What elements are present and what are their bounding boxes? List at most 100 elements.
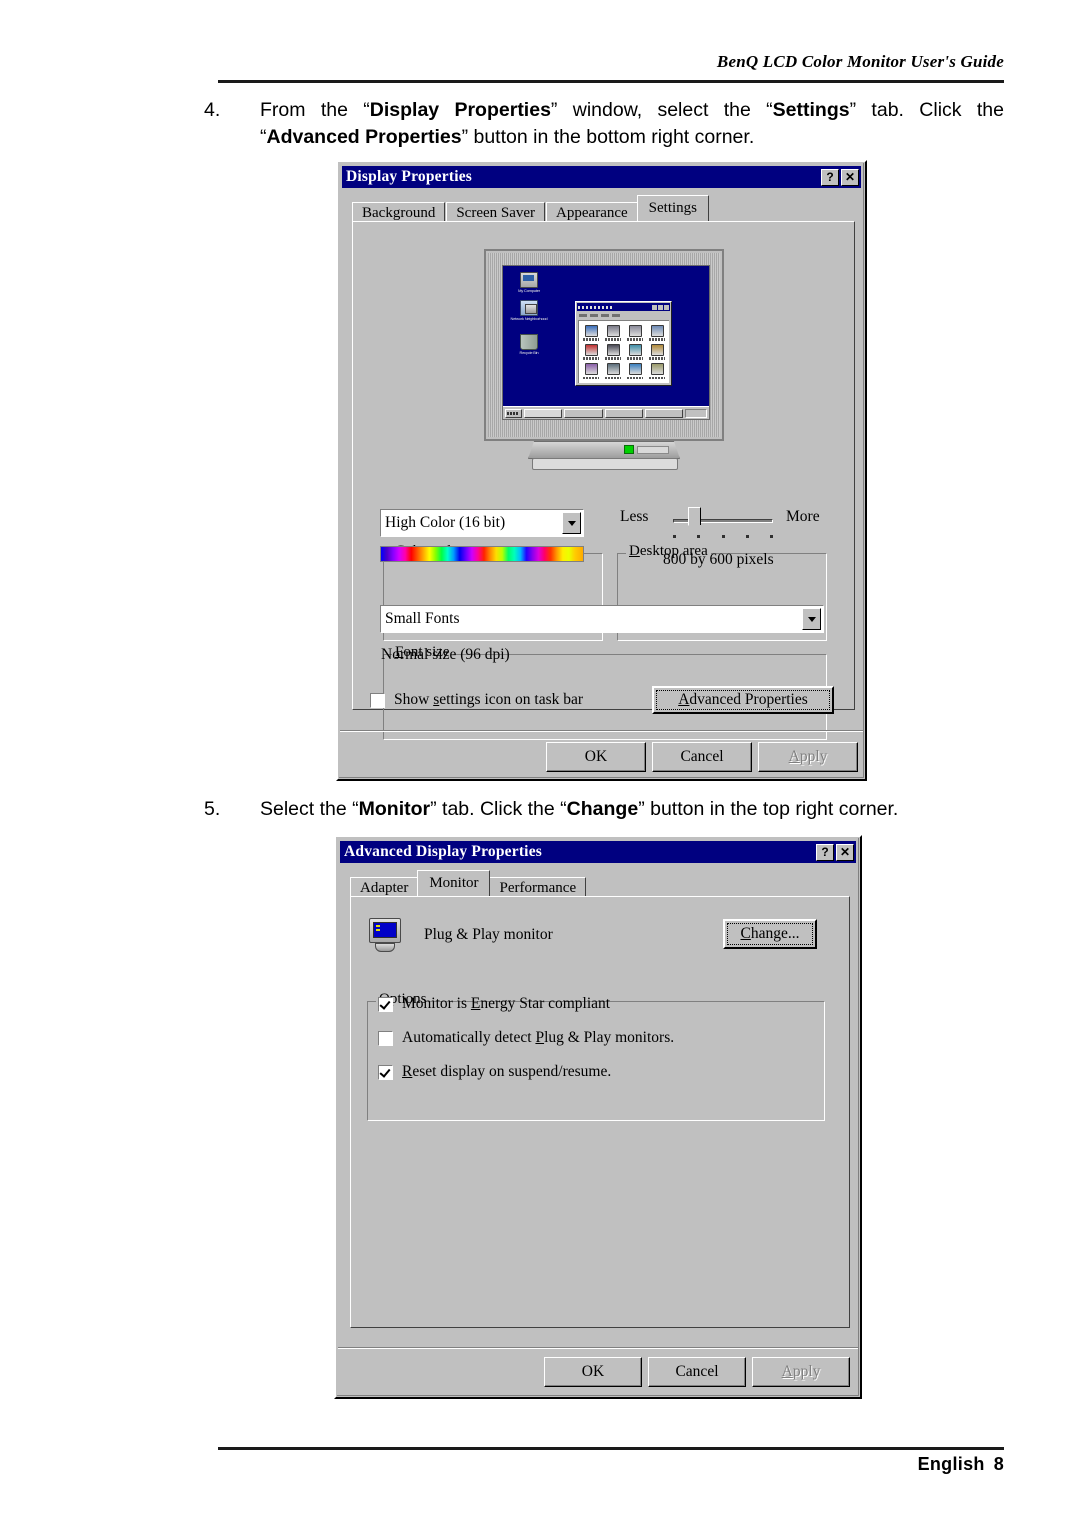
- preview-window-icon: [602, 362, 624, 381]
- energy-star-checkbox-row[interactable]: Monitor is Energy Star compliant: [378, 995, 610, 1013]
- page-footer: English 8: [218, 1454, 1004, 1475]
- preview-icon-label: [649, 376, 665, 380]
- preview-icon-glyph: [628, 324, 642, 337]
- taskbar-task: [644, 408, 683, 418]
- energy-star-checkbox[interactable]: [378, 996, 393, 1012]
- tab-label: Settings: [648, 200, 698, 216]
- desktop-icon-my-computer: My Computer: [509, 272, 549, 294]
- preview-icon-glyph: [606, 363, 620, 376]
- monitor-screen: [373, 922, 397, 938]
- menu-item-glyph: [579, 314, 587, 317]
- my-computer-icon: [520, 272, 538, 288]
- preview-window-titlebar: [577, 303, 670, 311]
- ok-button[interactable]: OK: [544, 1357, 642, 1387]
- apply-button-label: Apply: [781, 1363, 821, 1380]
- preview-icon-glyph: [606, 324, 620, 337]
- menu-item-glyph: [590, 314, 598, 317]
- slider-tick: [721, 535, 725, 538]
- preview-icon-label: [627, 376, 643, 380]
- monitor-preview: My Computer Network Neighborhood Recycle…: [484, 249, 724, 441]
- titlebar-buttons: ? ✕: [821, 168, 859, 186]
- color-palette-combobox[interactable]: High Color (16 bit): [380, 509, 584, 537]
- preview-icon-glyph: [606, 343, 620, 356]
- tab-label: Performance: [499, 880, 577, 896]
- tab-label: Background: [362, 205, 436, 221]
- step-5-text: Select the “Monitor” tab. Click the “Cha…: [260, 798, 899, 820]
- preview-window-icon: [602, 342, 624, 361]
- preview-window-icon: [580, 323, 602, 342]
- network-neighborhood-icon: [520, 300, 538, 316]
- desktop-icon-label: Network Neighborhood: [510, 316, 548, 321]
- auto-detect-pnp-checkbox[interactable]: [378, 1030, 393, 1046]
- desktop-area-slider-thumb[interactable]: [687, 507, 702, 533]
- close-icon[interactable]: ✕: [836, 843, 854, 861]
- display-properties-tabstrip[interactable]: Background Screen Saver Appearance Settings: [352, 195, 710, 224]
- apply-button: Apply: [758, 742, 858, 772]
- help-icon[interactable]: ?: [821, 168, 839, 186]
- preview-taskbar: [503, 406, 709, 419]
- preview-icon-label: [605, 376, 621, 380]
- chevron-down-icon[interactable]: [802, 608, 821, 630]
- tab-label: Screen Saver: [456, 205, 536, 221]
- apply-button: Apply: [752, 1357, 850, 1387]
- preview-icon-label: [649, 338, 665, 341]
- taskbar-task: [604, 408, 643, 418]
- auto-detect-pnp-checkbox-row[interactable]: Automatically detect Plug & Play monitor…: [378, 1029, 674, 1047]
- step-4: 4. From the “Display Properties” window,…: [204, 97, 1004, 151]
- advanced-display-titlebar[interactable]: Advanced Display Properties ? ✕: [340, 841, 856, 863]
- tab-monitor[interactable]: Monitor: [417, 870, 491, 896]
- tab-label: Appearance: [556, 205, 628, 221]
- show-settings-icon-checkbox[interactable]: [370, 692, 385, 708]
- taskbar-task: [524, 408, 563, 418]
- preview-window-menubar: [577, 312, 670, 319]
- preview-window-icon: [624, 323, 646, 342]
- preview-window-title-glyph: [578, 305, 612, 309]
- preview-icon-label: [583, 357, 599, 360]
- slider-tick: [770, 535, 773, 538]
- change-button-label: Change...: [740, 925, 800, 942]
- cancel-button[interactable]: Cancel: [652, 742, 752, 772]
- monitor-device-icon: [368, 918, 402, 952]
- desktop-icon-recycle-bin: Recycle Bin: [509, 334, 549, 356]
- step-4-number: 4.: [204, 99, 221, 121]
- advanced-display-tabstrip[interactable]: Adapter Monitor Performance: [350, 870, 587, 899]
- preview-window-icon: [646, 342, 668, 361]
- slider-tick: [745, 535, 749, 538]
- preview-icon-glyph: [650, 343, 664, 356]
- desktop-area-less-label: Less: [620, 508, 649, 525]
- font-size-note: Normal size (96 dpi): [381, 646, 510, 663]
- recycle-bin-icon: [520, 334, 538, 350]
- preview-icon-label: [627, 357, 643, 360]
- display-properties-titlebar[interactable]: Display Properties ? ✕: [342, 166, 861, 188]
- ok-button[interactable]: OK: [546, 742, 646, 772]
- preview-icon-glyph: [628, 343, 642, 356]
- step-5-number: 5.: [204, 798, 221, 820]
- preview-icon-glyph: [584, 363, 598, 376]
- desktop-area-more-label: More: [786, 508, 820, 525]
- tab-settings[interactable]: Settings: [636, 195, 710, 221]
- change-button[interactable]: Change...: [723, 919, 817, 949]
- preview-icon-label: [605, 357, 621, 360]
- preview-window-icon: [646, 362, 668, 381]
- preview-window-icon-grid: [578, 320, 669, 383]
- cancel-button[interactable]: Cancel: [648, 1357, 746, 1387]
- preview-window-icon: [624, 342, 646, 361]
- step-5: 5. Select the “Monitor” tab. Click the “…: [204, 796, 1004, 823]
- energy-star-label: Monitor is Energy Star compliant: [402, 995, 611, 1012]
- help-icon[interactable]: ?: [816, 843, 834, 861]
- cancel-button-label: Cancel: [680, 748, 724, 765]
- chevron-down-icon[interactable]: [562, 512, 581, 534]
- font-size-combobox[interactable]: Small Fonts: [380, 605, 824, 633]
- monitor-base: [375, 943, 395, 952]
- reset-display-checkbox[interactable]: [378, 1064, 393, 1080]
- reset-display-checkbox-row[interactable]: Reset display on suspend/resume.: [378, 1063, 611, 1081]
- preview-window-icon: [602, 323, 624, 342]
- advanced-properties-button[interactable]: Advanced Properties: [652, 686, 834, 714]
- close-icon[interactable]: ✕: [841, 168, 859, 186]
- options-group: Options: [367, 991, 825, 1121]
- taskbar-task: [564, 408, 603, 418]
- show-settings-icon-checkbox-row[interactable]: Show settings icon on task bar: [370, 691, 583, 709]
- slider-tick: [673, 535, 676, 538]
- preview-icon-label: [627, 338, 643, 341]
- preview-icon-glyph: [584, 324, 598, 337]
